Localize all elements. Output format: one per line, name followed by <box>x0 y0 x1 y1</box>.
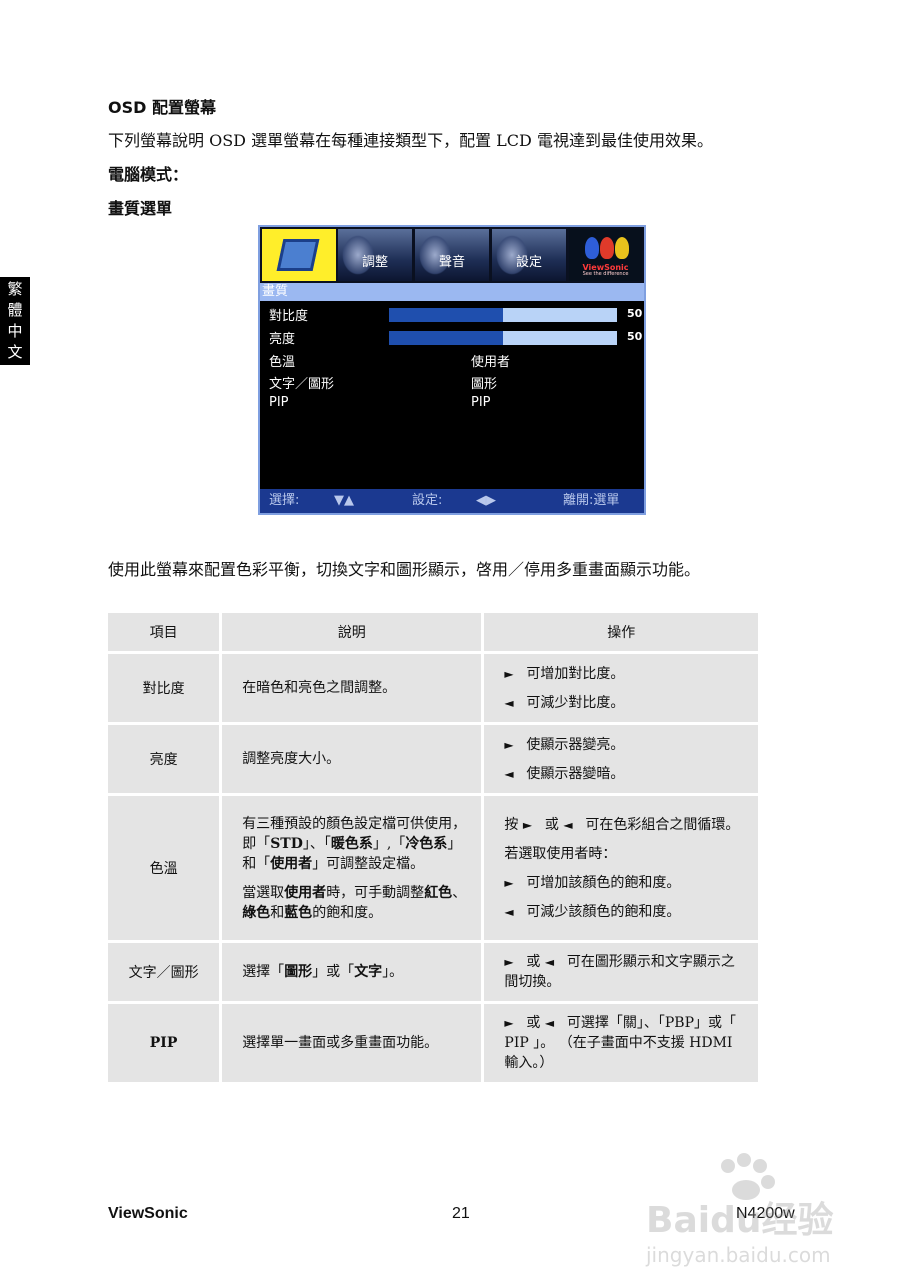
osd-row-value: PIP <box>471 395 491 410</box>
tab-setup[interactable]: 設定 <box>492 229 566 281</box>
item-cell: 對比度 <box>108 654 220 722</box>
col-header-description: 說明 <box>222 613 482 651</box>
desc-cell: 選擇「圖形」或「文字」。 <box>222 943 482 1001</box>
bird-icon <box>585 237 599 259</box>
op-cell: ► 或 ◄ 可在圖形顯示和文字顯示之間切換。 <box>484 943 758 1001</box>
osd-row-label: 亮度 <box>269 332 296 347</box>
arrow-left-icon: ◄ <box>563 817 573 832</box>
footer-select-keys: ▼▲ <box>334 493 354 508</box>
arrow-right-icon: ► <box>504 737 514 752</box>
arrow-right-icon: ► <box>522 817 533 832</box>
item-cell: 文字／圖形 <box>108 943 220 1001</box>
intro-text: 下列螢幕說明 OSD 選單螢幕在每種連接類型下，配置 LCD 電視達到最佳使用效… <box>108 131 713 150</box>
arrow-right-icon: ► <box>504 955 514 969</box>
arrow-right-icon: ► <box>504 666 514 681</box>
submenu-heading: 畫質選單 <box>108 199 173 218</box>
picture-icon <box>276 239 320 271</box>
arrow-left-icon: ◄ <box>504 904 514 919</box>
osd-row-label: PIP <box>269 395 289 410</box>
desc-cell: 在暗色和亮色之間調整。 <box>222 654 482 722</box>
item-cell: 色溫 <box>108 796 220 940</box>
osd-tab-bar: 調整 聲音 設定 ViewSonic See the difference <box>260 227 644 283</box>
table-header-row: 項目 說明 操作 <box>108 613 758 651</box>
footer-brand: ViewSonic <box>108 1205 188 1222</box>
tab-label: 調整 <box>361 255 388 270</box>
osd-row-text-graphic[interactable]: 文字／圖形 圖形 <box>269 373 497 392</box>
desc-cell: 有三種預設的顏色設定檔可供使用，即「STD」、「暖色系」,「冷色系」和「使用者」… <box>222 796 482 940</box>
arrow-left-icon: ◄ <box>544 955 555 969</box>
osd-row-value: 50 <box>627 307 643 320</box>
tab-picture[interactable] <box>262 229 336 281</box>
page-number: 21 <box>452 1205 470 1222</box>
osd-section-header: 畫質 <box>260 283 644 301</box>
side-tab-char: 體 <box>7 301 23 319</box>
arrow-left-icon: ◄ <box>504 695 514 710</box>
footer-set-label: 設定: <box>412 493 443 508</box>
brightness-slider[interactable] <box>389 331 617 345</box>
contrast-slider[interactable] <box>389 308 617 322</box>
table-row: PIP 選擇單一畫面或多重畫面功能。 ► 或 ◄ 可選擇「關」、「PBP」或「 PI… <box>108 1004 758 1082</box>
language-side-tab: 繁 體 中 文 <box>0 277 30 365</box>
tab-adjust[interactable]: 調整 <box>338 229 412 281</box>
side-tab-char: 中 <box>7 322 23 340</box>
op-cell: ► 或 ◄ 可選擇「關」、「PBP」或「 PIP 」。 （在子畫面中不支援 HDMI… <box>484 1004 758 1082</box>
osd-row-value: 50 <box>627 330 643 343</box>
side-tab-char: 文 <box>7 343 23 361</box>
arrow-right-icon: ► <box>504 875 514 890</box>
page-heading: OSD 配置螢幕 <box>108 98 216 117</box>
table-row: 文字／圖形 選擇「圖形」或「文字」。 ► 或 ◄ 可在圖形顯示和文字顯示之間切換。 <box>108 943 758 1001</box>
osd-row-brightness[interactable]: 亮度 50 <box>269 328 642 347</box>
op-cell: 按 ► 或 ◄ 可在色彩組合之間循環。 若選取使用者時： ► 可增加該顏色的飽和度。 … <box>484 796 758 940</box>
viewsonic-logo-tab: ViewSonic See the difference <box>569 229 642 281</box>
bird-icon <box>615 237 629 259</box>
tab-label: 設定 <box>515 255 542 270</box>
item-cell: PIP <box>108 1004 220 1082</box>
op-cell: ► 可增加對比度。 ◄ 可減少對比度。 <box>484 654 758 722</box>
screen-description: 使用此螢幕來配置色彩平衡，切換文字和圖形顯示，啓用／停用多重畫面顯示功能。 <box>108 560 701 579</box>
arrow-left-icon: ◄ <box>544 1016 555 1030</box>
osd-row-label: 文字／圖形 <box>269 377 335 392</box>
osd-row-value: 圖形 <box>471 377 498 392</box>
osd-row-label: 色溫 <box>269 355 296 370</box>
pc-mode-heading: 電腦模式： <box>108 165 189 184</box>
table-row: 對比度 在暗色和亮色之間調整。 ► 可增加對比度。 ◄ 可減少對比度。 <box>108 654 758 722</box>
tab-audio[interactable]: 聲音 <box>415 229 489 281</box>
bird-icon <box>600 237 614 259</box>
footer-set-keys: ◀▶ <box>476 493 496 508</box>
col-header-operation: 操作 <box>484 613 758 651</box>
watermark-url: jingyan.baidu.com <box>645 1243 831 1267</box>
desc-cell: 調整亮度大小。 <box>222 725 482 793</box>
arrow-left-icon: ◄ <box>504 766 514 781</box>
item-cell: 亮度 <box>108 725 220 793</box>
osd-row-label: 對比度 <box>269 309 309 324</box>
footer-select-label: 選擇: <box>269 493 300 508</box>
side-tab-char: 繁 <box>7 280 23 298</box>
table-row: 亮度 調整亮度大小。 ► 使顯示器變亮。 ◄ 使顯示器變暗。 <box>108 725 758 793</box>
op-cell: ► 使顯示器變亮。 ◄ 使顯示器變暗。 <box>484 725 758 793</box>
osd-row-color-temp[interactable]: 色溫 使用者 <box>269 351 510 370</box>
footer-exit-label: 離開:選單 <box>563 493 620 508</box>
osd-menu: 調整 聲音 設定 ViewSonic See the difference 畫質… <box>258 225 646 515</box>
table-row: 色溫 有三種預設的顏色設定檔可供使用，即「STD」、「暖色系」,「冷色系」和「使… <box>108 796 758 940</box>
osd-footer: 選擇: ▼▲ 設定: ◀▶ 離開:選單 <box>260 489 644 513</box>
watermark-logo: Baidu经验 <box>646 1200 833 1241</box>
osd-row-contrast[interactable]: 對比度 50 <box>269 305 642 324</box>
osd-row-pip[interactable]: PIP PIP <box>269 395 491 410</box>
slider-fill <box>389 331 503 345</box>
col-header-item: 項目 <box>108 613 220 651</box>
arrow-right-icon: ► <box>504 1016 514 1030</box>
osd-row-value: 使用者 <box>471 355 511 370</box>
logo-tagline: See the difference <box>582 271 629 277</box>
settings-table: 項目 說明 操作 對比度 在暗色和亮色之間調整。 ► 可增加對比度。 ◄ 可減少對比… <box>105 610 761 1085</box>
tab-label: 聲音 <box>438 255 465 270</box>
desc-cell: 選擇單一畫面或多重畫面功能。 <box>222 1004 482 1082</box>
slider-fill <box>389 308 503 322</box>
baidu-watermark: Baidu经验 jingyan.baidu.com <box>645 1153 833 1267</box>
